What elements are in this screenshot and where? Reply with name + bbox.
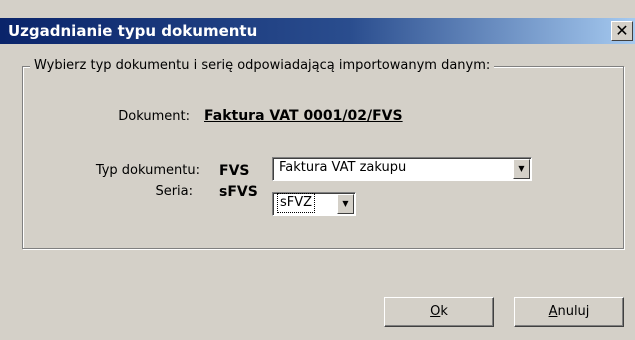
window-title: Uzgadnianie typu dokumentu bbox=[8, 22, 258, 40]
groupbox-legend: Wybierz typ dokumentu i serię odpowiadaj… bbox=[30, 57, 495, 75]
ok-label-rest: k bbox=[440, 304, 448, 319]
ok-accelerator: O bbox=[430, 304, 441, 319]
document-type-select[interactable]: Faktura VAT zakupu ▼ bbox=[272, 157, 532, 181]
dialog-window: Uzgadnianie typu dokumentu ✕ Wybierz typ… bbox=[0, 0, 635, 340]
title-bar: Uzgadnianie typu dokumentu ✕ bbox=[0, 18, 635, 44]
ok-button[interactable]: Ok bbox=[384, 297, 494, 327]
series-code: sFVS bbox=[219, 184, 258, 200]
document-type-code: FVS bbox=[219, 163, 250, 179]
chevron-down-icon[interactable]: ▼ bbox=[337, 194, 354, 214]
series-label: Seria: bbox=[155, 184, 193, 199]
document-label: Dokument: bbox=[118, 109, 190, 124]
cancel-button[interactable]: Anuluj bbox=[514, 297, 624, 327]
close-icon[interactable]: ✕ bbox=[611, 21, 633, 41]
series-selected: sFVZ bbox=[276, 193, 316, 213]
series-select[interactable]: sFVZ ▼ bbox=[272, 192, 356, 216]
document-value: Faktura VAT 0001/02/FVS bbox=[204, 108, 403, 124]
document-type-label: Typ dokumentu: bbox=[95, 163, 200, 178]
cancel-label-rest: nuluj bbox=[557, 304, 590, 319]
chevron-down-icon[interactable]: ▼ bbox=[513, 159, 530, 179]
document-type-selected: Faktura VAT zakupu bbox=[279, 160, 407, 175]
